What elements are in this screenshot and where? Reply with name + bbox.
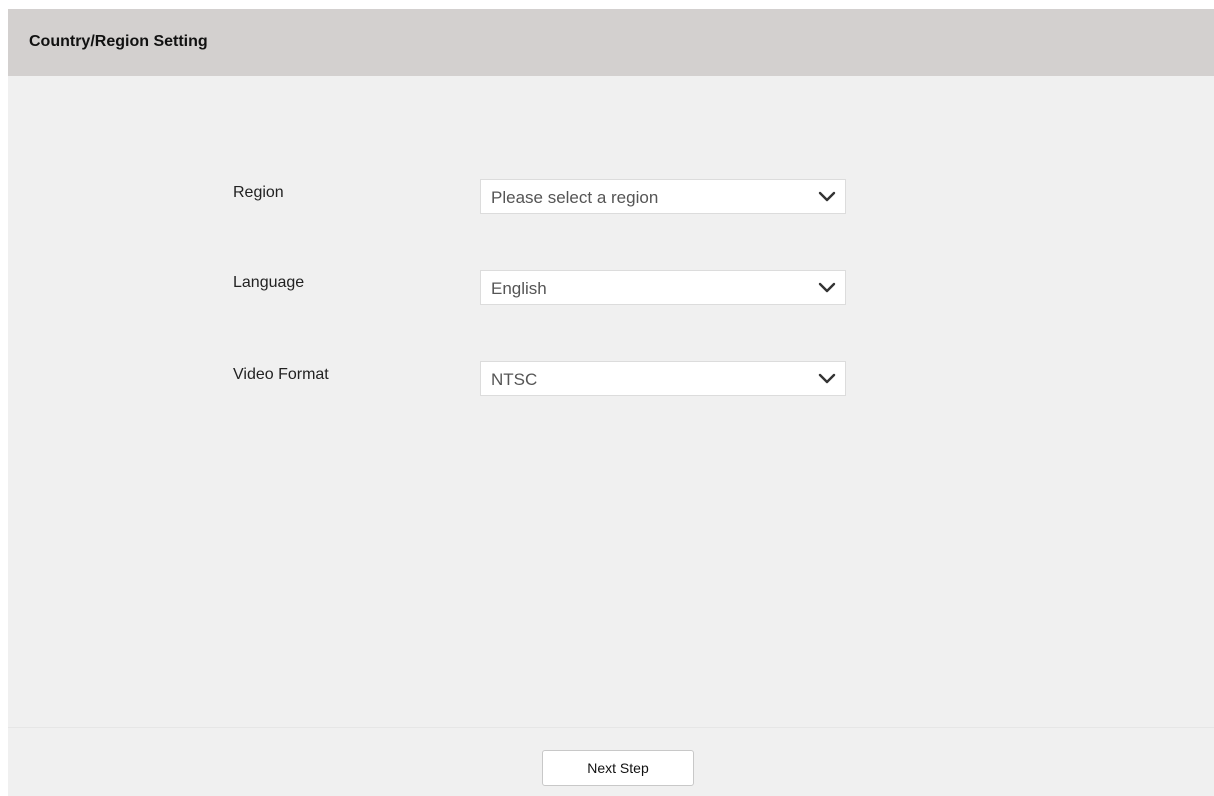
next-step-button[interactable]: Next Step [542,750,694,786]
video-format-select-value: NTSC [491,370,538,389]
language-label: Language [233,274,305,291]
video-format-row: Video Format NTSC [8,358,1214,398]
header-bar: Country/Region Setting [8,9,1214,76]
region-select[interactable]: Please select a region [480,179,846,214]
setup-window: Country/Region Setting Region Please sel… [8,9,1214,796]
region-label: Region [233,184,284,201]
page-title: Country/Region Setting [29,33,208,50]
video-format-label: Video Format [233,366,329,383]
chevron-down-icon [818,191,836,202]
chevron-down-icon [818,282,836,293]
language-select-value: English [491,279,547,298]
language-select[interactable]: English [480,270,846,305]
language-row: Language English [8,266,1214,306]
footer-divider [8,727,1214,728]
region-select-value: Please select a region [491,188,659,207]
chevron-down-icon [818,373,836,384]
video-format-select[interactable]: NTSC [480,361,846,396]
region-row: Region Please select a region [8,173,1214,214]
